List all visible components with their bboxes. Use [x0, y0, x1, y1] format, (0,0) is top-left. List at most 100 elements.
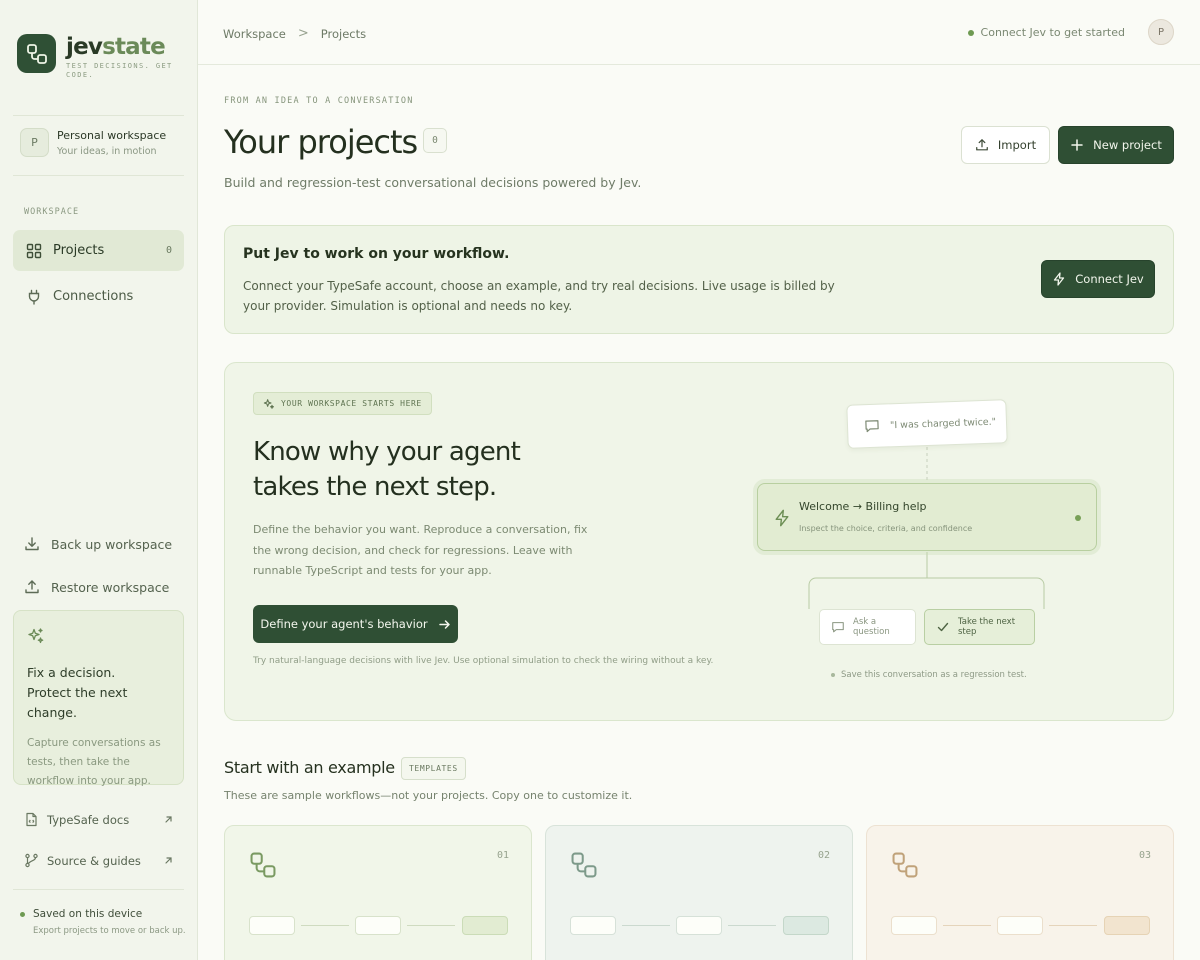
template-step: [676, 916, 722, 935]
template-step: [783, 916, 829, 935]
chevron-right-icon: >: [297, 26, 309, 41]
flow-decision-node: Welcome → Billing help Inspect the choic…: [757, 483, 1097, 551]
link-label: TypeSafe docs: [47, 812, 130, 827]
brand[interactable]: jevstate TEST DECISIONS. GET CODE.: [17, 34, 174, 80]
template-connector: [622, 925, 670, 926]
brand-name: jevstate: [66, 34, 166, 60]
import-button[interactable]: Import: [961, 126, 1050, 164]
sidebar-section-label: WORKSPACE: [24, 207, 80, 217]
flow-option-ask: Ask a question: [819, 609, 916, 645]
workspace-switcher[interactable]: P Personal workspace Your ideas, in moti…: [20, 128, 166, 157]
external-link-icon: [163, 855, 174, 866]
workflow-icon: [891, 851, 919, 879]
template-connector: [1049, 925, 1097, 926]
page-kicker: FROM AN IDEA TO A CONVERSATION: [224, 96, 414, 106]
template-step: [249, 916, 295, 935]
new-project-label: New project: [1093, 138, 1162, 152]
breadcrumb-projects: Projects: [320, 26, 367, 41]
template-connector: [943, 925, 991, 926]
projects-count: 0: [165, 245, 172, 256]
connect-jev-button[interactable]: Connect Jev: [1041, 260, 1155, 298]
status-dot-icon: [831, 673, 835, 677]
lightning-icon: [773, 509, 791, 527]
divider: [13, 889, 184, 890]
workspace-name: Personal workspace: [57, 128, 167, 142]
page-title: Your projects: [224, 123, 418, 161]
template-step: [570, 916, 616, 935]
examples-title: Start with an example: [224, 758, 395, 777]
workflow-icon: [570, 851, 598, 879]
link-label: Source & guides: [47, 853, 141, 868]
backup-workspace-button[interactable]: Back up workspace: [24, 536, 172, 552]
template-connector: [407, 925, 455, 926]
template-card[interactable]: 02: [545, 825, 853, 960]
flow-node-title: Welcome → Billing help: [799, 500, 927, 513]
lightning-icon: [1052, 272, 1066, 286]
branch-icon: [24, 853, 39, 868]
import-label: Import: [997, 138, 1037, 152]
template-number: 03: [1138, 850, 1151, 861]
divider: [13, 115, 184, 116]
restore-workspace-button[interactable]: Restore workspace: [24, 579, 169, 595]
template-card[interactable]: 01: [224, 825, 532, 960]
template-step: [891, 916, 937, 935]
workflow-icon: [249, 851, 277, 879]
breadcrumb: Workspace > Projects: [223, 26, 366, 41]
project-count-badge: 0: [423, 128, 447, 153]
upload-icon: [975, 138, 989, 152]
flow-save-note: Save this conversation as a regression t…: [831, 670, 1027, 680]
sidebar-item-label: Connections: [53, 289, 134, 304]
template-step: [355, 916, 401, 935]
connection-status[interactable]: Connect Jev to get started: [967, 26, 1125, 39]
flow-user-message: "I was charged twice.": [846, 399, 1008, 449]
connect-jev-label: Connect Jev: [1075, 272, 1144, 286]
save-status: Saved on this device Export projects to …: [20, 908, 186, 936]
examples-subtitle: These are sample workflows—not your proj…: [224, 789, 633, 802]
page-subtitle: Build and regression-test conversational…: [224, 175, 642, 190]
sidebar-item-connections[interactable]: Connections: [13, 276, 184, 317]
flow-option-next-step: Take the next step: [924, 609, 1035, 645]
grid-icon: [25, 242, 42, 259]
user-avatar[interactable]: P: [1148, 19, 1174, 45]
template-step: [997, 916, 1043, 935]
plug-icon: [25, 288, 42, 305]
sparkles-icon: [27, 628, 45, 649]
external-link-icon: [163, 814, 174, 825]
sidebar-item-projects[interactable]: Projects 0: [13, 230, 184, 271]
upload-icon: [24, 579, 40, 595]
restore-label: Restore workspace: [51, 579, 170, 595]
download-icon: [24, 536, 40, 552]
saved-subtitle: Export projects to move or back up.: [33, 926, 186, 936]
template-step: [1104, 916, 1150, 935]
tip-card: Fix a decision. Protect the next change.…: [13, 610, 184, 787]
backup-label: Back up workspace: [51, 536, 173, 552]
template-connector: [728, 925, 776, 926]
saved-label: Saved on this device: [33, 908, 143, 920]
workspace-subtitle: Your ideas, in motion: [57, 145, 157, 157]
status-dot-icon: [1075, 515, 1081, 521]
flow-node-subtitle: Inspect the choice, criteria, and confid…: [799, 524, 973, 533]
template-step: [462, 916, 508, 935]
template-card[interactable]: 03: [866, 825, 1174, 960]
workspace-avatar: P: [20, 128, 49, 157]
divider: [13, 175, 184, 176]
template-number: 01: [496, 850, 509, 861]
chat-bubble-icon: [831, 620, 845, 634]
check-icon: [936, 620, 950, 634]
source-guides-link[interactable]: Source & guides: [24, 853, 174, 868]
typesafe-docs-link[interactable]: TypeSafe docs: [24, 812, 174, 827]
tip-body: Capture conversations as tests, then tak…: [27, 737, 161, 787]
sidebar: jevstate TEST DECISIONS. GET CODE. P Per…: [0, 0, 198, 960]
chat-bubble-icon: [864, 418, 881, 435]
connect-banner: Put Jev to work on your workflow. Connec…: [224, 225, 1174, 334]
status-dot-icon: [967, 29, 974, 36]
doc-icon: [24, 812, 39, 827]
connection-status-label: Connect Jev to get started: [980, 26, 1125, 39]
brand-logo-icon: [17, 34, 56, 73]
templates-badge: TEMPLATES: [401, 757, 466, 780]
template-connector: [301, 925, 349, 926]
breadcrumb-workspace[interactable]: Workspace: [223, 27, 286, 41]
banner-title: Put Jev to work on your workflow.: [243, 246, 510, 262]
plus-icon: [1070, 138, 1084, 152]
new-project-button[interactable]: New project: [1058, 126, 1174, 164]
